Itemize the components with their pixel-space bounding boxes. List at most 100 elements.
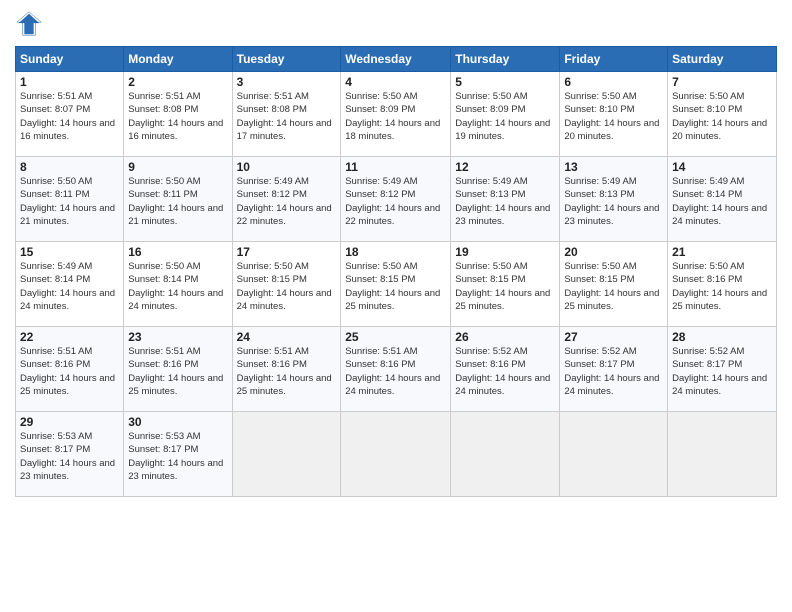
calendar-cell-1: 1 Sunrise: 5:51 AM Sunset: 8:07 PM Dayli… <box>16 72 124 157</box>
day-info-27: Sunrise: 5:52 AM Sunset: 8:17 PM Dayligh… <box>564 345 663 398</box>
calendar-cell-17: 17 Sunrise: 5:50 AM Sunset: 8:15 PM Dayl… <box>232 242 341 327</box>
calendar-cell-12: 12 Sunrise: 5:49 AM Sunset: 8:13 PM Dayl… <box>451 157 560 242</box>
day-number-26: 26 <box>455 330 555 344</box>
day-info-17: Sunrise: 5:50 AM Sunset: 8:15 PM Dayligh… <box>237 260 337 313</box>
day-number-25: 25 <box>345 330 446 344</box>
day-info-6: Sunrise: 5:50 AM Sunset: 8:10 PM Dayligh… <box>564 90 663 143</box>
calendar-cell-6: 6 Sunrise: 5:50 AM Sunset: 8:10 PM Dayli… <box>560 72 668 157</box>
day-info-15: Sunrise: 5:49 AM Sunset: 8:14 PM Dayligh… <box>20 260 119 313</box>
day-number-1: 1 <box>20 75 119 89</box>
day-number-11: 11 <box>345 160 446 174</box>
day-number-12: 12 <box>455 160 555 174</box>
day-number-17: 17 <box>237 245 337 259</box>
day-info-23: Sunrise: 5:51 AM Sunset: 8:16 PM Dayligh… <box>128 345 227 398</box>
day-info-9: Sunrise: 5:50 AM Sunset: 8:11 PM Dayligh… <box>128 175 227 228</box>
day-info-20: Sunrise: 5:50 AM Sunset: 8:15 PM Dayligh… <box>564 260 663 313</box>
day-number-13: 13 <box>564 160 663 174</box>
calendar-cell-7: 7 Sunrise: 5:50 AM Sunset: 8:10 PM Dayli… <box>668 72 777 157</box>
day-info-13: Sunrise: 5:49 AM Sunset: 8:13 PM Dayligh… <box>564 175 663 228</box>
calendar-cell-15: 15 Sunrise: 5:49 AM Sunset: 8:14 PM Dayl… <box>16 242 124 327</box>
day-info-5: Sunrise: 5:50 AM Sunset: 8:09 PM Dayligh… <box>455 90 555 143</box>
col-monday: Monday <box>124 47 232 72</box>
calendar-cell-4: 4 Sunrise: 5:50 AM Sunset: 8:09 PM Dayli… <box>341 72 451 157</box>
col-saturday: Saturday <box>668 47 777 72</box>
calendar-cell-25: 25 Sunrise: 5:51 AM Sunset: 8:16 PM Dayl… <box>341 327 451 412</box>
calendar-week-1: 8 Sunrise: 5:50 AM Sunset: 8:11 PM Dayli… <box>16 157 777 242</box>
day-info-1: Sunrise: 5:51 AM Sunset: 8:07 PM Dayligh… <box>20 90 119 143</box>
calendar: Sunday Monday Tuesday Wednesday Thursday… <box>15 46 777 497</box>
day-number-8: 8 <box>20 160 119 174</box>
calendar-cell-3: 3 Sunrise: 5:51 AM Sunset: 8:08 PM Dayli… <box>232 72 341 157</box>
calendar-cell-26: 26 Sunrise: 5:52 AM Sunset: 8:16 PM Dayl… <box>451 327 560 412</box>
day-number-3: 3 <box>237 75 337 89</box>
calendar-cell-14: 14 Sunrise: 5:49 AM Sunset: 8:14 PM Dayl… <box>668 157 777 242</box>
calendar-cell-9: 9 Sunrise: 5:50 AM Sunset: 8:11 PM Dayli… <box>124 157 232 242</box>
calendar-header-row: Sunday Monday Tuesday Wednesday Thursday… <box>16 47 777 72</box>
day-number-2: 2 <box>128 75 227 89</box>
col-tuesday: Tuesday <box>232 47 341 72</box>
calendar-cell-10: 10 Sunrise: 5:49 AM Sunset: 8:12 PM Dayl… <box>232 157 341 242</box>
calendar-cell-16: 16 Sunrise: 5:50 AM Sunset: 8:14 PM Dayl… <box>124 242 232 327</box>
day-info-14: Sunrise: 5:49 AM Sunset: 8:14 PM Dayligh… <box>672 175 772 228</box>
day-info-3: Sunrise: 5:51 AM Sunset: 8:08 PM Dayligh… <box>237 90 337 143</box>
col-sunday: Sunday <box>16 47 124 72</box>
calendar-cell-20: 20 Sunrise: 5:50 AM Sunset: 8:15 PM Dayl… <box>560 242 668 327</box>
day-number-21: 21 <box>672 245 772 259</box>
day-number-19: 19 <box>455 245 555 259</box>
day-number-28: 28 <box>672 330 772 344</box>
day-number-18: 18 <box>345 245 446 259</box>
day-number-10: 10 <box>237 160 337 174</box>
day-info-29: Sunrise: 5:53 AM Sunset: 8:17 PM Dayligh… <box>20 430 119 483</box>
day-info-12: Sunrise: 5:49 AM Sunset: 8:13 PM Dayligh… <box>455 175 555 228</box>
day-info-26: Sunrise: 5:52 AM Sunset: 8:16 PM Dayligh… <box>455 345 555 398</box>
calendar-cell-30: 30 Sunrise: 5:53 AM Sunset: 8:17 PM Dayl… <box>124 412 232 497</box>
day-number-7: 7 <box>672 75 772 89</box>
day-number-24: 24 <box>237 330 337 344</box>
calendar-cell-28: 28 Sunrise: 5:52 AM Sunset: 8:17 PM Dayl… <box>668 327 777 412</box>
col-thursday: Thursday <box>451 47 560 72</box>
day-info-28: Sunrise: 5:52 AM Sunset: 8:17 PM Dayligh… <box>672 345 772 398</box>
calendar-cell-13: 13 Sunrise: 5:49 AM Sunset: 8:13 PM Dayl… <box>560 157 668 242</box>
day-info-19: Sunrise: 5:50 AM Sunset: 8:15 PM Dayligh… <box>455 260 555 313</box>
day-info-30: Sunrise: 5:53 AM Sunset: 8:17 PM Dayligh… <box>128 430 227 483</box>
calendar-cell-31 <box>232 412 341 497</box>
day-info-22: Sunrise: 5:51 AM Sunset: 8:16 PM Dayligh… <box>20 345 119 398</box>
day-number-22: 22 <box>20 330 119 344</box>
col-friday: Friday <box>560 47 668 72</box>
day-number-5: 5 <box>455 75 555 89</box>
day-number-29: 29 <box>20 415 119 429</box>
day-info-2: Sunrise: 5:51 AM Sunset: 8:08 PM Dayligh… <box>128 90 227 143</box>
day-info-10: Sunrise: 5:49 AM Sunset: 8:12 PM Dayligh… <box>237 175 337 228</box>
day-info-18: Sunrise: 5:50 AM Sunset: 8:15 PM Dayligh… <box>345 260 446 313</box>
calendar-cell-23: 23 Sunrise: 5:51 AM Sunset: 8:16 PM Dayl… <box>124 327 232 412</box>
day-number-14: 14 <box>672 160 772 174</box>
day-number-9: 9 <box>128 160 227 174</box>
calendar-week-2: 15 Sunrise: 5:49 AM Sunset: 8:14 PM Dayl… <box>16 242 777 327</box>
day-info-11: Sunrise: 5:49 AM Sunset: 8:12 PM Dayligh… <box>345 175 446 228</box>
day-number-15: 15 <box>20 245 119 259</box>
page: Sunday Monday Tuesday Wednesday Thursday… <box>0 0 792 612</box>
day-number-27: 27 <box>564 330 663 344</box>
day-number-4: 4 <box>345 75 446 89</box>
calendar-cell-35 <box>668 412 777 497</box>
calendar-cell-34 <box>560 412 668 497</box>
day-number-30: 30 <box>128 415 227 429</box>
calendar-cell-33 <box>451 412 560 497</box>
day-info-4: Sunrise: 5:50 AM Sunset: 8:09 PM Dayligh… <box>345 90 446 143</box>
day-info-7: Sunrise: 5:50 AM Sunset: 8:10 PM Dayligh… <box>672 90 772 143</box>
day-number-20: 20 <box>564 245 663 259</box>
logo <box>15 10 47 38</box>
calendar-week-3: 22 Sunrise: 5:51 AM Sunset: 8:16 PM Dayl… <box>16 327 777 412</box>
calendar-cell-32 <box>341 412 451 497</box>
calendar-cell-11: 11 Sunrise: 5:49 AM Sunset: 8:12 PM Dayl… <box>341 157 451 242</box>
calendar-cell-27: 27 Sunrise: 5:52 AM Sunset: 8:17 PM Dayl… <box>560 327 668 412</box>
logo-icon <box>15 10 43 38</box>
day-number-6: 6 <box>564 75 663 89</box>
calendar-cell-18: 18 Sunrise: 5:50 AM Sunset: 8:15 PM Dayl… <box>341 242 451 327</box>
day-number-16: 16 <box>128 245 227 259</box>
calendar-cell-21: 21 Sunrise: 5:50 AM Sunset: 8:16 PM Dayl… <box>668 242 777 327</box>
day-info-25: Sunrise: 5:51 AM Sunset: 8:16 PM Dayligh… <box>345 345 446 398</box>
day-info-16: Sunrise: 5:50 AM Sunset: 8:14 PM Dayligh… <box>128 260 227 313</box>
header <box>15 10 777 38</box>
calendar-cell-2: 2 Sunrise: 5:51 AM Sunset: 8:08 PM Dayli… <box>124 72 232 157</box>
